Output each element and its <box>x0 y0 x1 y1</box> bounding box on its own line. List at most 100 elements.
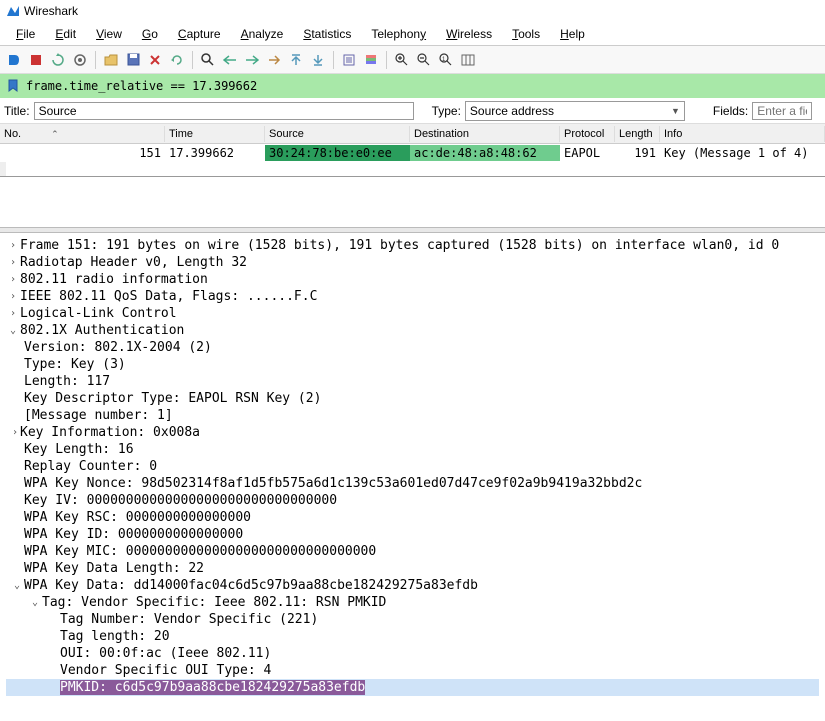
goto-first-button[interactable] <box>286 50 306 70</box>
detail-auth-rsc[interactable]: WPA Key RSC: 0000000000000000 <box>6 509 819 526</box>
detail-auth-kdt[interactable]: Key Descriptor Type: EAPOL RSN Key (2) <box>6 390 819 407</box>
packet-row[interactable]: 151 17.399662 30:24:78:be:e0:ee ac:de:48… <box>0 144 825 162</box>
detail-auth-id[interactable]: WPA Key ID: 0000000000000000 <box>6 526 819 543</box>
go-back-button[interactable] <box>220 50 240 70</box>
bookmark-filter-icon[interactable] <box>4 77 22 95</box>
menu-edit[interactable]: Edit <box>45 25 86 43</box>
column-header-destination[interactable]: Destination <box>410 126 560 142</box>
caret-down-icon[interactable]: ⌄ <box>6 322 20 339</box>
fields-input[interactable] <box>752 102 812 120</box>
column-filter-row: Title: Type: Source address ▼ Fields: <box>0 98 825 124</box>
packet-destination: ac:de:48:a8:48:62 <box>410 145 560 161</box>
detail-llc[interactable]: ›Logical-Link Control <box>6 305 819 322</box>
packet-details-pane: ›Frame 151: 191 bytes on wire (1528 bits… <box>0 233 825 700</box>
column-header-length[interactable]: Length <box>615 126 660 142</box>
menu-file[interactable]: File <box>6 25 45 43</box>
menu-capture[interactable]: Capture <box>168 25 231 43</box>
caret-right-icon[interactable]: › <box>6 271 20 288</box>
detail-auth-type[interactable]: Type: Key (3) <box>6 356 819 373</box>
open-file-button[interactable] <box>101 50 121 70</box>
packet-list: No.⌃ Time Source Destination Protocol Le… <box>0 124 825 177</box>
zoom-reset-button[interactable]: 1 <box>436 50 456 70</box>
detail-auth-mic[interactable]: WPA Key MIC: 000000000000000000000000000… <box>6 543 819 560</box>
display-filter-input[interactable] <box>22 77 821 95</box>
restart-capture-button[interactable] <box>48 50 68 70</box>
stop-capture-button[interactable] <box>26 50 46 70</box>
menu-wireless[interactable]: Wireless <box>436 25 502 43</box>
detail-radiotap[interactable]: ›Radiotap Header v0, Length 32 <box>6 254 819 271</box>
column-header-source[interactable]: Source <box>265 126 410 142</box>
packet-source: 30:24:78:be:e0:ee <box>265 145 410 161</box>
caret-right-icon[interactable]: › <box>6 305 20 322</box>
detail-auth-length[interactable]: Length: 117 <box>6 373 819 390</box>
detail-tag-oui[interactable]: OUI: 00:0f:ac (Ieee 802.11) <box>6 645 819 662</box>
caret-right-icon[interactable]: › <box>6 424 20 441</box>
window-title-bar: Wireshark <box>0 0 825 22</box>
start-capture-button[interactable] <box>4 50 24 70</box>
menu-go[interactable]: Go <box>132 25 168 43</box>
detail-auth-keydata[interactable]: ⌄WPA Key Data: dd14000fac04c6d5c97b9aa88… <box>6 577 819 594</box>
column-header-info[interactable]: Info <box>660 126 825 142</box>
packet-protocol: EAPOL <box>560 145 615 161</box>
detail-auth-replay[interactable]: Replay Counter: 0 <box>6 458 819 475</box>
detail-auth-msgnum[interactable]: [Message number: 1] <box>6 407 819 424</box>
toolbar-separator <box>95 51 96 69</box>
menu-view[interactable]: View <box>86 25 132 43</box>
detail-auth-datalen[interactable]: WPA Key Data Length: 22 <box>6 560 819 577</box>
caret-down-icon[interactable]: ⌄ <box>10 577 24 594</box>
menu-tools[interactable]: Tools <box>502 25 550 43</box>
toolbar-separator <box>333 51 334 69</box>
toolbar-separator <box>386 51 387 69</box>
column-type-select[interactable]: Source address ▼ <box>465 101 685 121</box>
type-select-value: Source address <box>470 104 554 118</box>
detail-auth-version[interactable]: Version: 802.1X-2004 (2) <box>6 339 819 356</box>
resize-columns-button[interactable] <box>458 50 478 70</box>
detail-auth-keyinfo[interactable]: ›Key Information: 0x008a <box>6 424 819 441</box>
chevron-down-icon: ▼ <box>671 106 680 116</box>
caret-right-icon[interactable]: › <box>6 254 20 271</box>
detail-auth-keylen[interactable]: Key Length: 16 <box>6 441 819 458</box>
detail-tag-ouitype[interactable]: Vendor Specific OUI Type: 4 <box>6 662 819 679</box>
column-header-no[interactable]: No.⌃ <box>0 126 165 142</box>
detail-tag-pmkid[interactable]: PMKID: c6d5c97b9aa88cbe182429275a83efdb <box>6 679 819 696</box>
detail-auth-nonce[interactable]: WPA Key Nonce: 98d502314f8af1d5fb575a6d1… <box>6 475 819 492</box>
menu-telephony[interactable]: Telephony <box>361 25 436 43</box>
sort-caret-icon: ⌃ <box>51 129 59 139</box>
colorize-button[interactable] <box>361 50 381 70</box>
detail-qos[interactable]: ›IEEE 802.11 QoS Data, Flags: ......F.C <box>6 288 819 305</box>
detail-frame[interactable]: ›Frame 151: 191 bytes on wire (1528 bits… <box>6 237 819 254</box>
zoom-in-button[interactable] <box>392 50 412 70</box>
packet-list-gutter <box>0 162 825 176</box>
title-label: Title: <box>4 104 30 118</box>
detail-tag-vs[interactable]: ⌄Tag: Vendor Specific: Ieee 802.11: RSN … <box>6 594 819 611</box>
fields-label: Fields: <box>713 104 748 118</box>
menu-statistics[interactable]: Statistics <box>293 25 361 43</box>
column-header-protocol[interactable]: Protocol <box>560 126 615 142</box>
detail-tag-num[interactable]: Tag Number: Vendor Specific (221) <box>6 611 819 628</box>
go-forward-button[interactable] <box>242 50 262 70</box>
main-toolbar: 1 <box>0 46 825 74</box>
close-file-button[interactable] <box>145 50 165 70</box>
display-filter-bar <box>0 74 825 98</box>
column-title-input[interactable] <box>34 102 414 120</box>
caret-right-icon[interactable]: › <box>6 288 20 305</box>
detail-radio-info[interactable]: ›802.11 radio information <box>6 271 819 288</box>
save-file-button[interactable] <box>123 50 143 70</box>
menu-help[interactable]: Help <box>550 25 595 43</box>
menu-analyze[interactable]: Analyze <box>231 25 294 43</box>
capture-options-button[interactable] <box>70 50 90 70</box>
caret-right-icon[interactable]: › <box>6 237 20 254</box>
detail-tag-len[interactable]: Tag length: 20 <box>6 628 819 645</box>
reload-button[interactable] <box>167 50 187 70</box>
find-packet-button[interactable] <box>198 50 218 70</box>
auto-scroll-button[interactable] <box>339 50 359 70</box>
caret-down-icon[interactable]: ⌄ <box>28 594 42 611</box>
detail-auth-iv[interactable]: Key IV: 00000000000000000000000000000000 <box>6 492 819 509</box>
packet-time: 17.399662 <box>165 145 265 161</box>
column-header-time[interactable]: Time <box>165 126 265 142</box>
goto-packet-button[interactable] <box>264 50 284 70</box>
packet-info: Key (Message 1 of 4) <box>660 145 825 161</box>
zoom-out-button[interactable] <box>414 50 434 70</box>
detail-8021x-auth[interactable]: ⌄802.1X Authentication <box>6 322 819 339</box>
goto-last-button[interactable] <box>308 50 328 70</box>
